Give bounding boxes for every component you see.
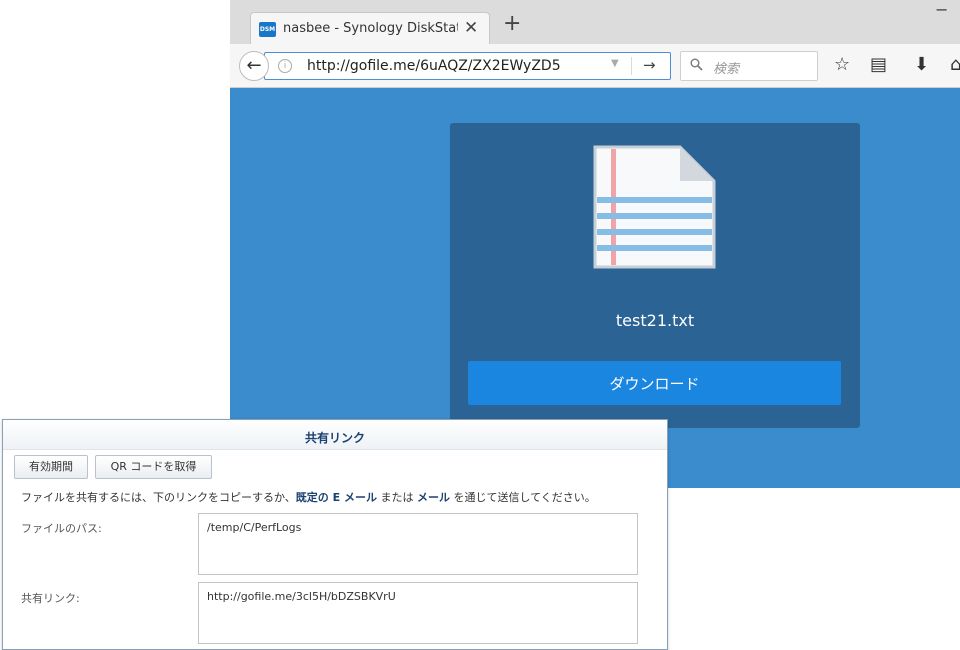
file-path-label: ファイルのパス: <box>21 522 102 535</box>
text-file-icon <box>592 145 718 277</box>
dsm-favicon-icon: DSM <box>259 22 276 37</box>
get-qr-code-button[interactable]: QR コードを取得 <box>95 455 212 479</box>
bookmark-star-icon[interactable]: ☆ <box>834 54 850 75</box>
share-link-dialog: 共有リンク 有効期間 QR コードを取得 ファイルを共有するには、下のリンクをコ… <box>2 419 668 650</box>
download-arrow-icon[interactable]: ⬇ <box>914 54 929 75</box>
tab-close-icon[interactable]: ✕ <box>464 18 478 38</box>
search-placeholder: 検索 <box>713 62 740 77</box>
share-link-field[interactable]: http://gofile.me/3cl5H/bDZSBKVrU <box>198 582 638 644</box>
search-icon <box>690 58 703 75</box>
download-button[interactable]: ダウンロード <box>468 361 841 405</box>
go-arrow-icon[interactable]: → <box>643 56 656 74</box>
home-icon[interactable]: ⌂ <box>950 54 960 75</box>
dialog-header: 共有リンク <box>3 420 667 450</box>
search-input[interactable]: 検索 <box>680 51 818 81</box>
share-instructions: ファイルを共有するには、下のリンクをコピーするか、既定の E メール または メ… <box>21 489 596 505</box>
url-dropdown-icon[interactable]: ▼ <box>611 58 619 69</box>
instructions-prefix: ファイルを共有するには、下のリンクをコピーするか、 <box>21 491 296 504</box>
tab-title: nasbee - Synology DiskStati <box>283 21 458 36</box>
browser-tab[interactable]: DSM nasbee - Synology DiskStati ✕ <box>250 12 490 46</box>
minimize-button[interactable]: − <box>935 0 948 19</box>
share-link-label: 共有リンク: <box>21 592 80 605</box>
email-link[interactable]: メール <box>417 491 450 504</box>
reader-list-icon[interactable]: ▤ <box>870 54 887 75</box>
url-text[interactable]: http://gofile.me/6uAQZ/ZX2EWyZD5 <box>307 58 561 74</box>
url-bar[interactable]: i http://gofile.me/6uAQZ/ZX2EWyZD5 ▼ → <box>264 52 671 80</box>
dialog-title: 共有リンク <box>304 431 365 445</box>
url-separator <box>631 57 632 75</box>
browser-window: DSM nasbee - Synology DiskStati ✕ + − i … <box>230 0 960 488</box>
instructions-suffix: を通じて送信してください。 <box>449 491 596 504</box>
file-path-field[interactable]: /temp/C/PerfLogs <box>198 513 638 575</box>
instructions-mid: または <box>376 491 417 504</box>
default-email-link[interactable]: 既定の E メール <box>296 491 377 504</box>
tab-bar: DSM nasbee - Synology DiskStati ✕ + − <box>230 0 960 46</box>
navigation-bar: i http://gofile.me/6uAQZ/ZX2EWyZD5 ▼ → ←… <box>230 44 960 88</box>
new-tab-button[interactable]: + <box>503 13 521 35</box>
validity-period-button[interactable]: 有効期間 <box>14 455 88 479</box>
back-button[interactable]: ← <box>239 51 269 81</box>
file-name: test21.txt <box>615 311 695 330</box>
site-info-icon[interactable]: i <box>278 59 292 73</box>
file-share-card: test21.txt ダウンロード <box>450 123 860 428</box>
